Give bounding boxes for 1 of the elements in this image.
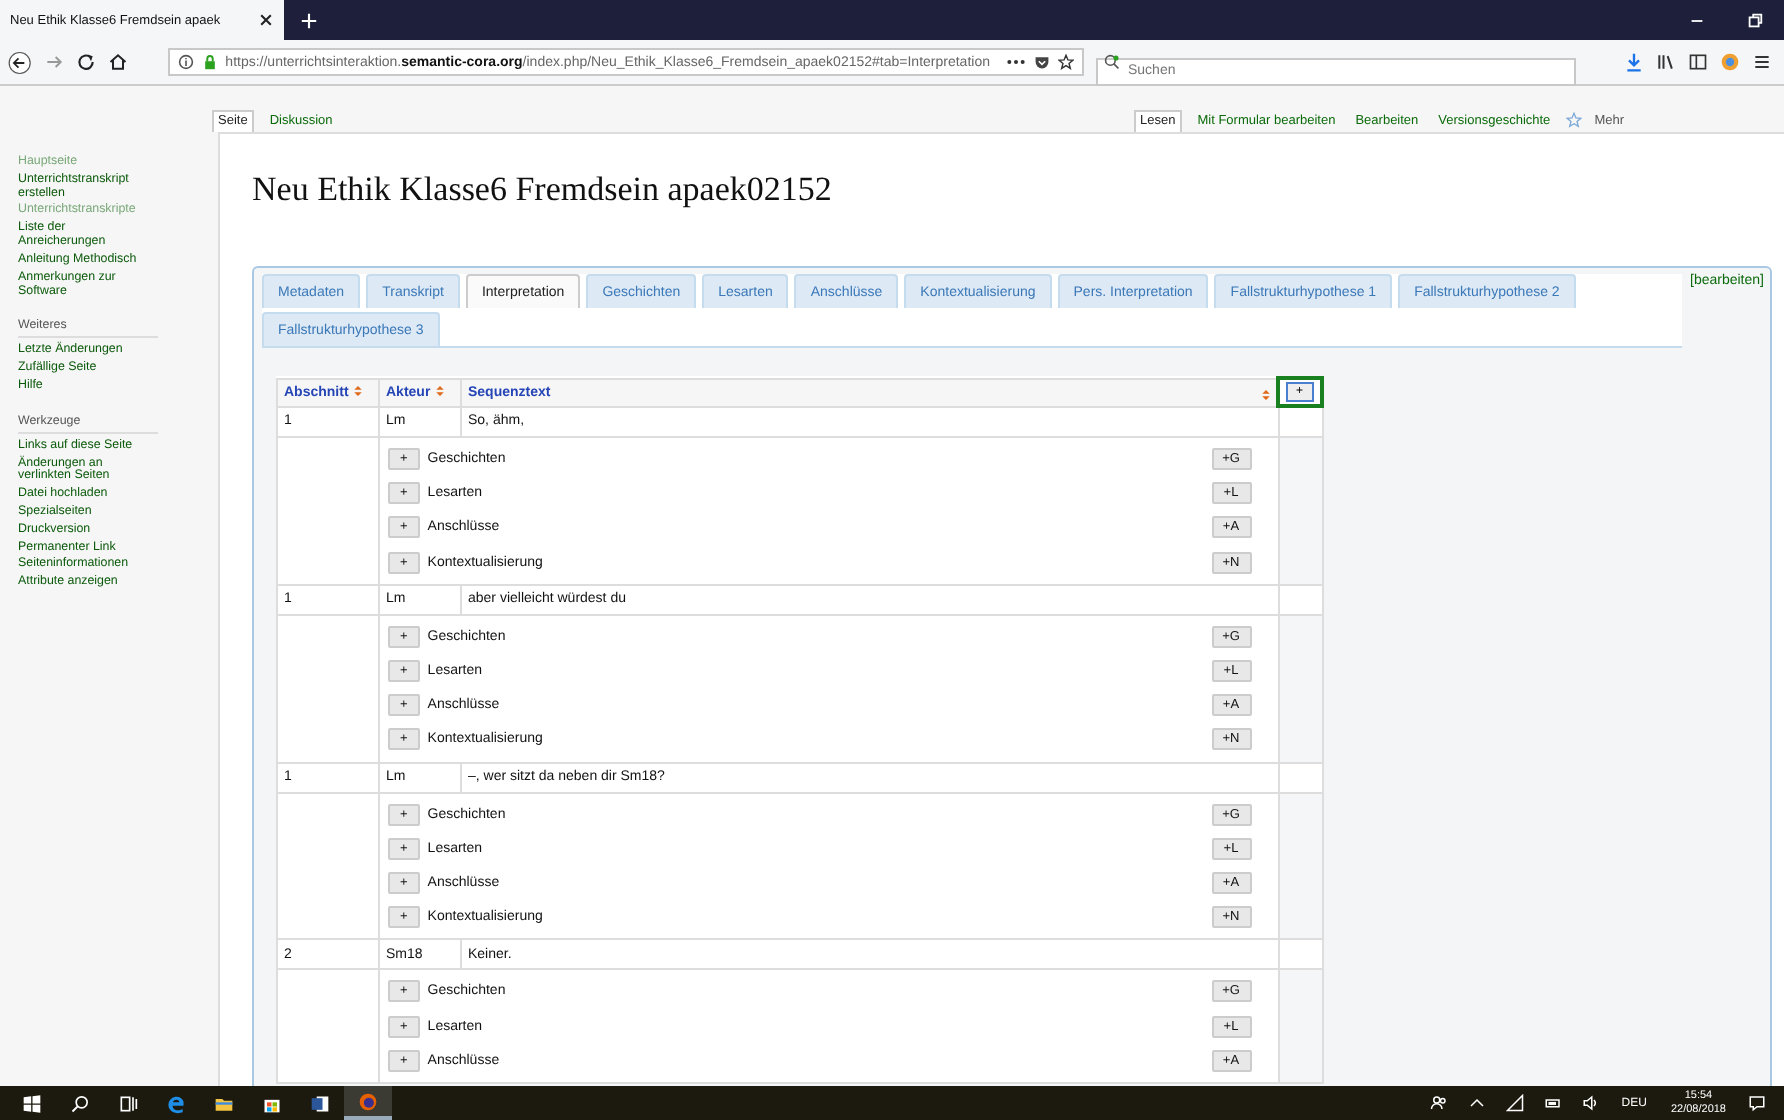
page-title: Neu Ethik Klasse6 Fremdsein apaek02152 [252, 170, 834, 210]
